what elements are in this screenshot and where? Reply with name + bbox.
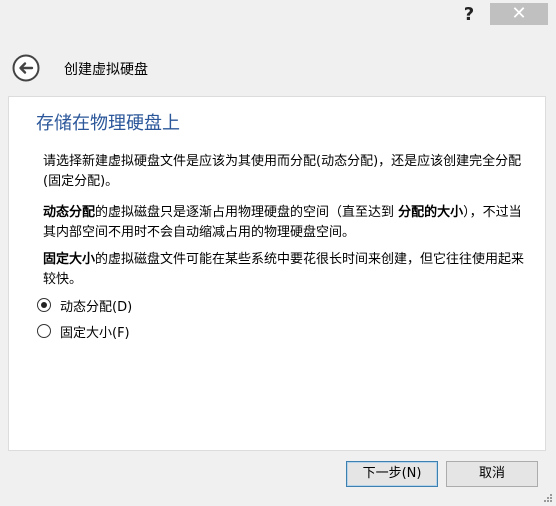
dynamic-desc-a: 的虚拟磁盘只是逐渐占用物理硬盘的空间（直至达到 — [95, 205, 399, 220]
title-bar: ? ✕ — [0, 0, 556, 30]
fixed-desc: 的虚拟磁盘文件可能在某些系统中要花很长时间来创建，但它往往使用起来较快。 — [43, 252, 525, 287]
help-button[interactable]: ? — [455, 4, 483, 26]
back-arrow-icon — [12, 54, 40, 82]
radio-fixed-indicator[interactable] — [37, 324, 51, 338]
intro-text: 请选择新建虚拟硬盘文件是应该为其使用而分配(动态分配)，还是应该创建完全分配(固… — [43, 154, 522, 189]
wizard-header: 创建虚拟硬盘 — [0, 40, 556, 90]
help-icon: ? — [463, 4, 475, 25]
cancel-button[interactable]: 取消 — [446, 461, 538, 487]
fixed-description: 固定大小的虚拟磁盘文件可能在某些系统中要花很长时间来创建，但它往往使用起来较快。 — [43, 250, 533, 290]
radio-dynamic-label: 动态分配(D) — [60, 299, 133, 315]
radio-dynamic[interactable]: 动态分配(D) — [37, 295, 132, 315]
radio-fixed[interactable]: 固定大小(F) — [37, 321, 130, 341]
radio-dynamic-indicator[interactable] — [37, 298, 51, 312]
close-icon: ✕ — [511, 3, 527, 24]
radio-fixed-label: 固定大小(F) — [60, 325, 130, 341]
next-button[interactable]: 下一步(N) — [346, 461, 438, 487]
dynamic-term-2: 分配的大小 — [398, 205, 464, 220]
close-button[interactable]: ✕ — [490, 3, 548, 25]
wizard-title: 创建虚拟硬盘 — [64, 62, 148, 78]
content-panel: 存储在物理硬盘上 请选择新建虚拟硬盘文件是应该为其使用而分配(动态分配)，还是应… — [8, 96, 546, 451]
resize-grip-icon[interactable] — [543, 493, 553, 503]
dynamic-description: 动态分配的虚拟磁盘只是逐渐占用物理硬盘的空间（直至达到 分配的大小），不过当其内… — [43, 203, 533, 243]
back-button[interactable] — [12, 54, 40, 82]
fixed-term: 固定大小 — [43, 252, 96, 267]
dynamic-term: 动态分配 — [43, 205, 96, 220]
page-heading: 存储在物理硬盘上 — [36, 113, 180, 134]
